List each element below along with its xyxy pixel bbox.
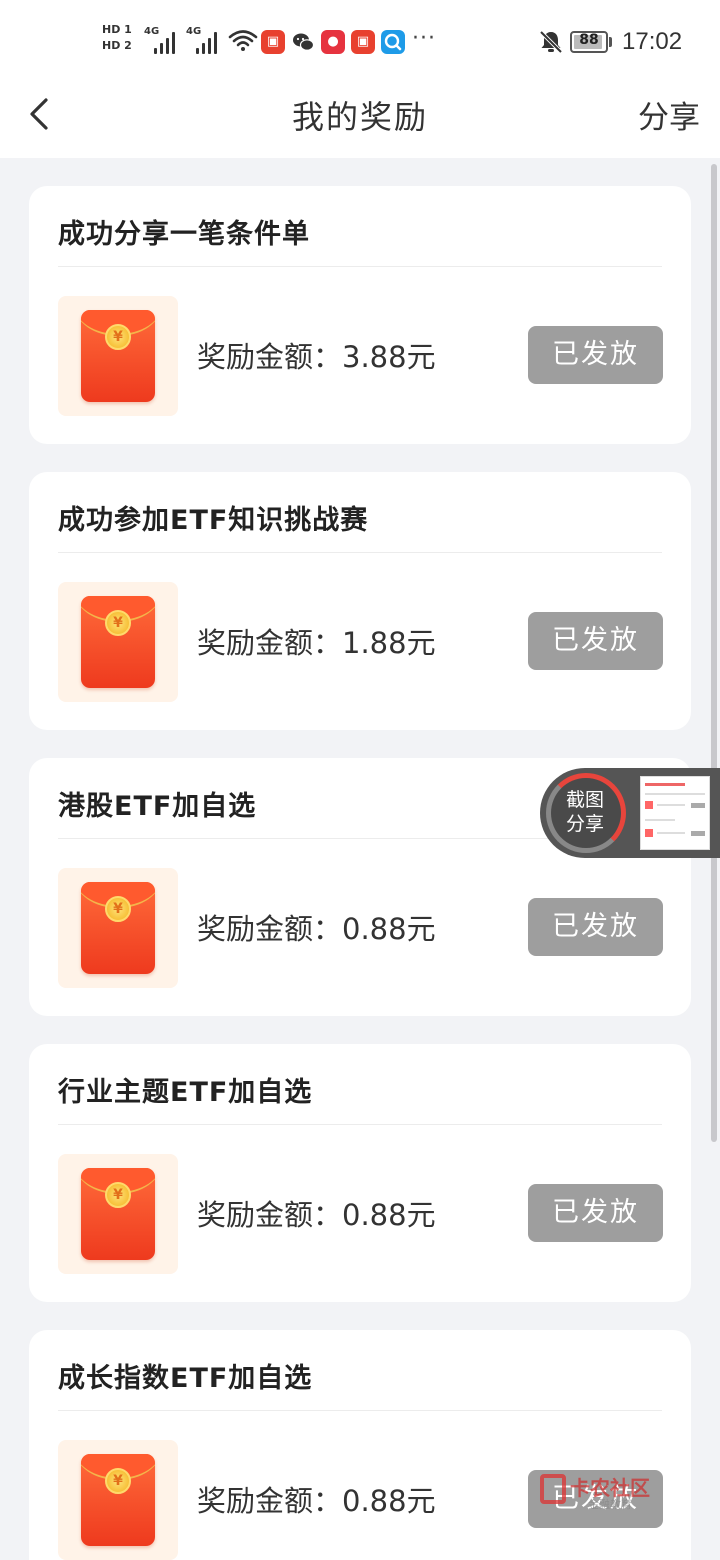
reward-amount: 奖励金额：0.88元 [197,912,436,946]
clock: 17:02 [622,28,683,55]
red-envelope-icon-box: ¥ [58,868,178,988]
reward-title: 成功分享一笔条件单 [58,219,310,250]
app-red-icon: ● [321,30,345,54]
more-notifications-icon: ··· [412,26,436,51]
reward-status-button[interactable]: 已发放 [528,326,663,384]
status-bar: HD 1 HD 2 4G 4G ▣ ● ▣ ··· 88 17:02 [0,0,720,82]
page-title: 我的奖励 [291,98,428,136]
red-envelope-icon: ¥ [81,882,155,974]
red-envelope-icon: ¥ [81,1168,155,1260]
search-app-icon [381,30,405,54]
reward-card: 行业主题ETF加自选 ¥ 奖励金额：0.88元 已发放 [29,1044,691,1302]
red-envelope-icon: ¥ [81,310,155,402]
bell-muted-icon [539,30,563,54]
divider [58,266,662,267]
red-envelope-icon-box: ¥ [58,1440,178,1560]
red-envelope-icon: ¥ [81,1454,155,1546]
divider [58,1124,662,1125]
reward-title: 成功参加ETF知识挑战赛 [58,505,369,536]
reward-status-button[interactable]: 已发放 [528,1184,663,1242]
screenshot-thumbnail[interactable] [640,776,710,850]
share-button[interactable]: 分享 [638,92,700,137]
red-envelope-icon-box: ¥ [58,296,178,416]
reward-card: 成功参加ETF知识挑战赛 ¥ 奖励金额：1.88元 已发放 [29,472,691,730]
red-envelope-icon: ¥ [81,596,155,688]
red-envelope-icon-box: ¥ [58,1154,178,1274]
wechat-icon [291,30,315,54]
screenshot-share-label: 截图 分享 [558,788,612,836]
battery-level: 88 [579,32,599,48]
hd-indicator: HD 1 HD 2 [102,22,138,54]
wifi-icon [228,30,258,51]
watermark-logo-icon [540,1474,566,1504]
community-watermark: 卡农社区 金融教育 [540,1472,670,1522]
divider [58,1410,662,1411]
screenshot-share-widget[interactable]: 截图 分享 [540,768,720,858]
battery-tip [609,37,612,47]
reward-title: 港股ETF加自选 [58,791,257,822]
reward-amount: 奖励金额：1.88元 [197,626,436,660]
share-label-line1: 截图 [565,789,604,811]
huawei-appgallery-icon: ▣ [351,30,375,54]
reward-amount: 奖励金额：0.88元 [197,1198,436,1232]
reward-title: 行业主题ETF加自选 [58,1077,313,1108]
hd1-label: HD 1 [102,23,132,36]
reward-title: 成长指数ETF加自选 [58,1363,313,1394]
reward-amount: 奖励金额：3.88元 [197,340,436,374]
signal-2-icon: 4G [186,26,224,54]
reward-card: 成功分享一笔条件单 ¥ 奖励金额：3.88元 已发放 [29,186,691,444]
signal-1-icon: 4G [144,26,182,54]
reward-status-button[interactable]: 已发放 [528,612,663,670]
share-label-line2: 分享 [565,813,604,835]
watermark-sub: 金融教育 [588,1498,632,1511]
hd2-label: HD 2 [102,39,132,52]
huawei-appgallery-icon: ▣ [261,30,285,54]
reward-status-button[interactable]: 已发放 [528,898,663,956]
battery-icon: 88 [570,31,608,53]
nav-bar: 我的奖励 分享 [0,82,720,158]
rewards-list[interactable]: 成功分享一笔条件单 ¥ 奖励金额：3.88元 已发放 成功参加ETF知识挑战赛 … [0,158,720,1560]
red-envelope-icon-box: ¥ [58,582,178,702]
scrollbar[interactable] [711,164,717,1142]
reward-amount: 奖励金额：0.88元 [197,1484,436,1518]
reward-card: 成长指数ETF加自选 ¥ 奖励金额：0.88元 已发放 [29,1330,691,1560]
divider [58,552,662,553]
